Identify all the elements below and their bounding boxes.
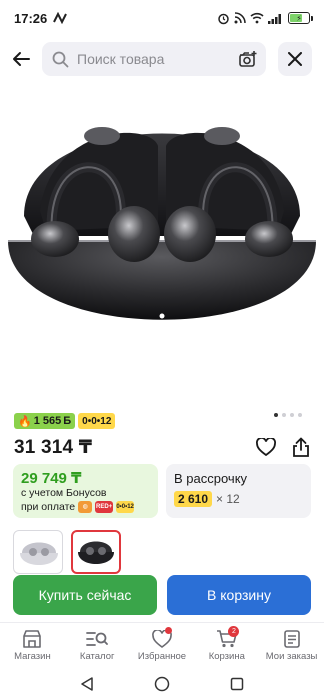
- pager-dot: [282, 413, 286, 417]
- search-header: Поиск товара: [0, 40, 324, 78]
- rss-icon: [234, 12, 246, 24]
- image-pager: [274, 413, 302, 417]
- installment-title: В рассрочку: [174, 471, 248, 486]
- red-logo-icon: RED+: [95, 501, 114, 513]
- bottom-navigation: Магазин Каталог Избранное 2 Корзина Мои …: [0, 622, 324, 668]
- pager-dot: [290, 413, 294, 417]
- close-icon: [288, 52, 302, 66]
- variant-silver[interactable]: [13, 530, 63, 574]
- back-triangle-icon[interactable]: [80, 676, 94, 691]
- recents-square-icon[interactable]: [230, 677, 244, 691]
- flame-icon: 🔥: [18, 415, 32, 428]
- installment-amount: 2 610: [174, 491, 213, 507]
- search-placeholder: Поиск товара: [77, 51, 165, 67]
- silver-earbuds-thumbnail: [20, 542, 58, 565]
- installment-logo-icon: 0•0•12: [116, 501, 135, 513]
- battery-icon: ⚡: [288, 12, 313, 24]
- close-button[interactable]: [278, 42, 312, 76]
- nav-item-orders[interactable]: Мои заказы: [259, 623, 324, 668]
- catalog-search-icon: [86, 631, 109, 646]
- installment-badge: 0•0•12: [78, 413, 116, 429]
- nfc-icon: [53, 12, 68, 24]
- search-input[interactable]: Поиск товара: [42, 42, 266, 76]
- earbuds-case-image: [8, 127, 316, 320]
- signal-icon: [268, 14, 281, 24]
- bonus-note: с учетом Бонусов: [21, 487, 107, 499]
- status-time: 17:26: [14, 10, 48, 26]
- nav-label: Магазин: [14, 650, 51, 662]
- bonus-badge: 🔥 1 565 Б: [14, 413, 76, 429]
- search-icon: [52, 51, 69, 67]
- color-variants: [13, 530, 121, 574]
- nav-item-favorites[interactable]: Избранное: [130, 623, 195, 668]
- kaspi-logo-icon: ◍: [78, 501, 93, 513]
- nav-label: Каталог: [79, 650, 115, 662]
- product-price: 31 314 ₸: [14, 436, 93, 458]
- bonus-price: 29 749 ₸: [21, 470, 82, 487]
- nav-label: Корзина: [208, 650, 245, 662]
- back-button[interactable]: [0, 40, 42, 78]
- nav-label: Мои заказы: [265, 650, 318, 662]
- wifi-icon: [250, 12, 264, 24]
- bonus-payment-label: при оплате: [21, 501, 76, 513]
- system-navigation: [0, 668, 324, 699]
- black-earbuds-thumbnail: [78, 541, 114, 564]
- nav-item-store[interactable]: Магазин: [0, 623, 65, 668]
- camera-plus-icon[interactable]: [238, 50, 258, 68]
- notification-dot: [164, 627, 172, 634]
- add-to-cart-button[interactable]: В корзину: [167, 575, 311, 615]
- price-row: 31 314 ₸: [14, 434, 310, 460]
- bonus-price-card[interactable]: 29 749 ₸ с учетом Бонусов при оплате ◍ R…: [13, 464, 158, 518]
- share-icon[interactable]: [292, 437, 310, 457]
- buy-now-button[interactable]: Купить сейчас: [13, 575, 157, 615]
- installment-card[interactable]: В рассрочку 2 610 × 12: [166, 464, 311, 518]
- product-image[interactable]: [0, 86, 324, 406]
- arrow-left-icon: [13, 52, 30, 66]
- bonus-value: 1 565: [33, 415, 62, 427]
- installment-row: 2 610 × 12: [174, 491, 303, 507]
- store-icon: [23, 629, 42, 648]
- heart-icon[interactable]: [256, 438, 276, 456]
- price-actions: [256, 437, 310, 457]
- bonus-payment-line: при оплате ◍ RED+ 0•0•12: [21, 500, 150, 514]
- installment-multiplier: × 12: [216, 492, 240, 506]
- purchase-actions: Купить сейчас В корзину: [13, 575, 311, 615]
- pager-dot: [298, 413, 302, 417]
- bonus-currency-icon: Б: [63, 415, 72, 427]
- pager-dot: [274, 413, 278, 417]
- home-circle-icon[interactable]: [154, 676, 170, 692]
- nav-label: Избранное: [137, 650, 187, 662]
- nav-item-catalog[interactable]: Каталог: [65, 623, 130, 668]
- nav-item-cart[interactable]: 2 Корзина: [194, 623, 259, 668]
- orders-icon: [283, 629, 300, 648]
- alarm-icon: [218, 13, 229, 24]
- variant-black[interactable]: [71, 530, 121, 574]
- product-badges: 🔥 1 565 Б 0•0•12: [14, 413, 116, 429]
- status-bar: 17:26 ⚡: [0, 0, 324, 36]
